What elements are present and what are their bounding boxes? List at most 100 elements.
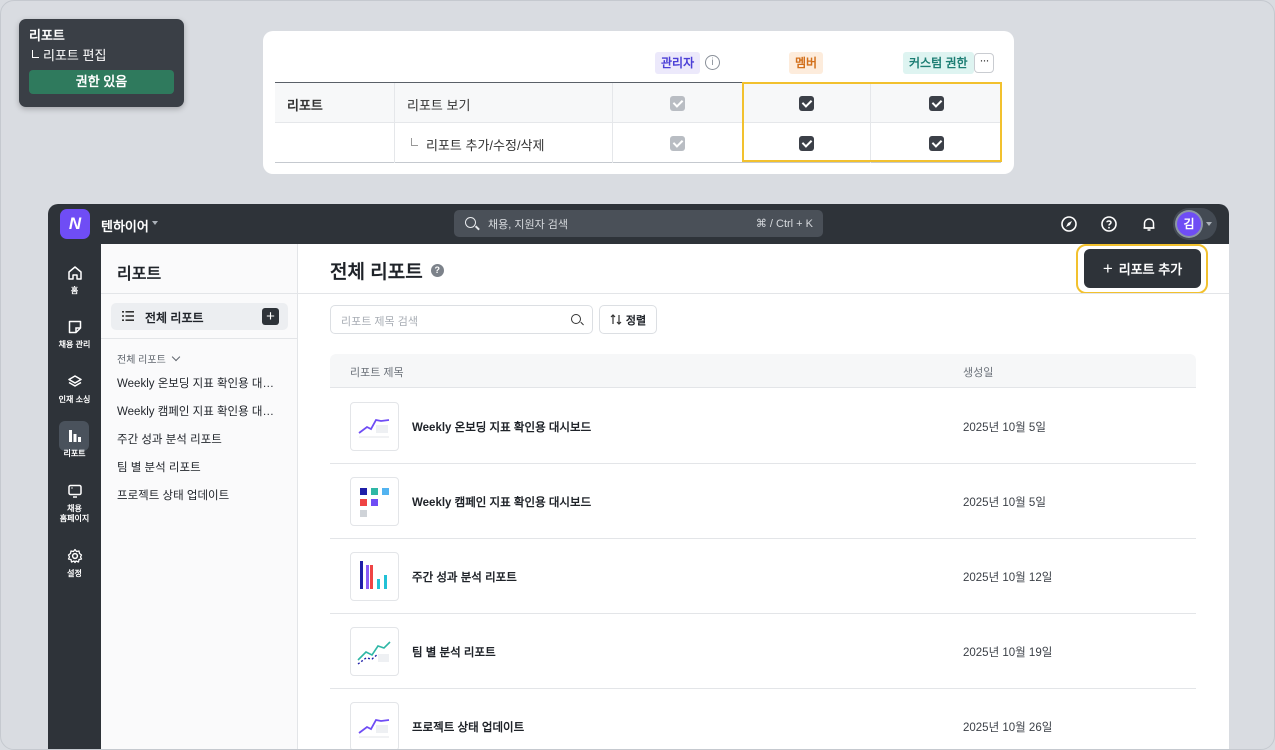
table-header: 리포트 제목 생성일 (330, 354, 1196, 388)
permission-tooltip: 리포트 리포트 편집 권한 있음 (19, 19, 184, 107)
tooltip-title: 리포트 (29, 28, 65, 43)
chevron-down-icon (171, 352, 181, 361)
rail-label: 리포트 (63, 449, 86, 458)
header-member: 멤버 (789, 52, 824, 74)
sidebar-item-all-reports[interactable]: 전체 리포트 + (111, 303, 288, 330)
column-divider (394, 83, 395, 123)
layers-icon (67, 375, 82, 387)
sort-label: 정렬 (625, 314, 647, 327)
line-chart-thumb (350, 402, 399, 451)
highlight-outline (742, 82, 1002, 162)
page-title-row: 전체 리포트 ? (330, 257, 444, 284)
sidebar-item-label: 전체 리포트 (145, 311, 204, 325)
search-shortcut: ⌘ / Ctrl + K (755, 218, 813, 230)
divider (298, 293, 1229, 294)
table-row[interactable]: Weekly 캠페인 지표 확인용 대시보드 2025년 10월 5일 (330, 464, 1196, 539)
rail-label: 홈 (70, 286, 79, 295)
tooltip-subtitle-row: 리포트 편집 (29, 46, 174, 66)
rail-item-recruit[interactable]: 채용 관리 (48, 318, 101, 350)
main-content: 전체 리포트 ? + 리포트 추가 리포트 제목 검색 정렬 리포트 제목 생성… (298, 244, 1229, 749)
permission-category: 리포트 (287, 98, 323, 113)
home-icon (67, 266, 82, 280)
rail-label: 채용 관리 (58, 340, 91, 349)
company-switcher[interactable]: 텐하이어 (101, 216, 149, 235)
sidebar-report-item[interactable]: 팀 별 분석 리포트 (117, 459, 279, 487)
search-placeholder: 채용, 지원자 검색 (488, 219, 569, 231)
rail-item-settings[interactable]: 설정 (48, 547, 101, 579)
rail-label: 설정 (67, 569, 82, 578)
report-name: Weekly 온보딩 지표 확인용 대시보드 (412, 422, 592, 434)
bar-chart-thumb (350, 552, 399, 601)
sidebar-report-item[interactable]: Weekly 온보딩 지표 확인용 대시보드 (117, 375, 279, 403)
screen-frame: 리포트 리포트 편집 권한 있음 관리자 i 멤버 커스텀 권한 ··· 리포트… (0, 0, 1275, 750)
rail-label: 인재 소싱 (58, 395, 91, 404)
rail-item-sourcing[interactable]: 인재 소싱 (48, 373, 101, 405)
table-row[interactable]: Weekly 온보딩 지표 확인용 대시보드 2025년 10월 5일 (330, 389, 1196, 464)
app-window: N 텐하이어 채용, 지원자 검색 ⌘ / Ctrl + K 김 홈 채용 관리… (48, 204, 1229, 749)
sidebar-report-item[interactable]: 프로젝트 상태 업데이트 (117, 487, 279, 515)
chart-icon (68, 430, 81, 442)
sidebar-report-item[interactable]: Weekly 캠페인 지표 확인용 대시보드 (117, 403, 279, 431)
column-header-title: 리포트 제목 (350, 367, 404, 379)
help-icon[interactable]: ? (430, 264, 444, 277)
sidebar-report-item[interactable]: 주간 성과 분석 리포트 (117, 431, 279, 459)
permission-table-card: 관리자 i 멤버 커스텀 권한 ··· 리포트 리포트 보기 리포트 추가/수정… (263, 31, 1014, 174)
report-name: 프로젝트 상태 업데이트 (412, 722, 525, 734)
divider (101, 293, 297, 294)
avatar[interactable]: 김 (1177, 212, 1201, 236)
column-header-created: 생성일 (963, 367, 994, 379)
report-date: 2025년 10월 12일 (963, 572, 1053, 584)
permission-label-row: 리포트 추가/수정/삭제 (411, 135, 544, 154)
sort-button[interactable]: 정렬 (599, 305, 657, 334)
monitor-icon (67, 484, 82, 498)
header-custom: 커스텀 권한 (903, 52, 974, 74)
search-icon (465, 217, 476, 228)
table-row[interactable]: 팀 별 분석 리포트 2025년 10월 19일 (330, 614, 1196, 689)
sidebar-title: 리포트 (117, 266, 162, 283)
search-placeholder: 리포트 제목 검색 (341, 316, 418, 328)
add-report-icon[interactable]: + (262, 308, 279, 325)
recruit-icon (68, 320, 81, 334)
chevron-down-icon[interactable] (1206, 222, 1212, 226)
report-search-input[interactable]: 리포트 제목 검색 (330, 305, 593, 334)
rail-label: 채용 (67, 504, 82, 513)
table-row[interactable]: 주간 성과 분석 리포트 2025년 10월 12일 (330, 539, 1196, 614)
report-date: 2025년 10월 5일 (963, 422, 1046, 434)
sidebar-group-toggle[interactable]: 전체 리포트 (117, 351, 181, 366)
plus-icon: + (1102, 259, 1113, 278)
search-icon (571, 314, 581, 324)
table-row[interactable]: 프로젝트 상태 업데이트 2025년 10월 26일 (330, 689, 1196, 749)
button-label: 리포트 추가 (1118, 262, 1183, 277)
rail-label: 홈페이지 (59, 514, 90, 523)
header-admin: 관리자 (655, 52, 701, 74)
indent-corner-icon (411, 137, 418, 146)
more-options-icon[interactable]: ··· (974, 53, 994, 73)
global-search-input[interactable]: 채용, 지원자 검색 ⌘ / Ctrl + K (454, 210, 823, 237)
permission-label: 리포트 보기 (407, 98, 471, 113)
chevron-down-icon[interactable] (152, 221, 158, 225)
line-chart-thumb (350, 702, 399, 749)
tooltip-subtitle: 리포트 편집 (43, 48, 107, 63)
add-report-button[interactable]: + 리포트 추가 (1084, 249, 1201, 288)
rail-item-homepage[interactable]: 채용 홈페이지 (48, 482, 101, 524)
rail-item-reports[interactable]: 리포트 (48, 421, 101, 459)
compass-icon[interactable] (1060, 215, 1078, 233)
report-name: 주간 성과 분석 리포트 (412, 572, 517, 584)
column-divider (612, 83, 613, 123)
nav-rail: 홈 채용 관리 인재 소싱 리포트 채용 홈페이지 설정 (48, 244, 101, 749)
indent-corner-icon (32, 50, 39, 58)
multi-line-thumb (350, 627, 399, 676)
app-logo[interactable]: N (60, 209, 90, 239)
report-date: 2025년 10월 26일 (963, 722, 1053, 734)
sort-icon (610, 314, 622, 325)
help-icon[interactable] (1100, 215, 1118, 233)
report-sidebar: 리포트 전체 리포트 + 전체 리포트 Weekly 온보딩 지표 확인용 대시… (101, 244, 298, 749)
admin-checkbox (670, 96, 685, 111)
bell-icon[interactable] (1140, 215, 1158, 233)
rail-item-home[interactable]: 홈 (48, 264, 101, 296)
report-date: 2025년 10월 5일 (963, 497, 1046, 509)
info-icon[interactable]: i (705, 55, 720, 70)
page-title: 전체 리포트 (330, 262, 423, 283)
report-date: 2025년 10월 19일 (963, 647, 1053, 659)
permission-label: 리포트 추가/수정/삭제 (426, 138, 545, 153)
